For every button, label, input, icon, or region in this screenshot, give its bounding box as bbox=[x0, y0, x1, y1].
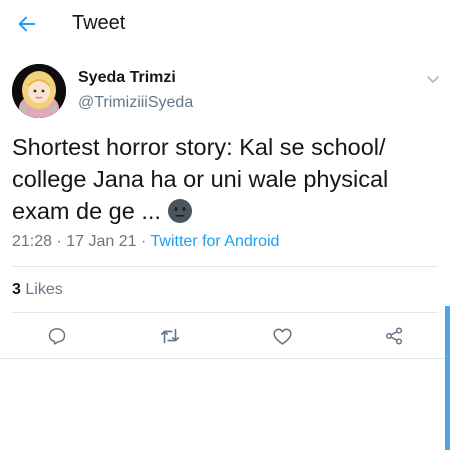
reply-button[interactable] bbox=[45, 324, 69, 348]
share-button[interactable] bbox=[382, 324, 406, 348]
reply-icon bbox=[48, 328, 66, 345]
tweet-body: Shortest horror story: Kal se school/ co… bbox=[12, 134, 389, 224]
divider bbox=[12, 266, 438, 267]
chevron-down-icon bbox=[427, 76, 439, 83]
tweet-meta: 21:28 · 17 Jan 21 · Twitter for Android bbox=[12, 233, 279, 251]
tweet-time: 21:28 bbox=[12, 233, 53, 250]
hijab-girl-avatar bbox=[12, 64, 66, 118]
tweet-text: Shortest horror story: Kal se school/ co… bbox=[12, 131, 440, 227]
retweet-button[interactable] bbox=[158, 324, 182, 348]
top-bar: Tweet bbox=[0, 0, 450, 48]
retweet-icon bbox=[160, 328, 180, 344]
back-button[interactable] bbox=[14, 11, 40, 37]
tweet-source-link[interactable]: Twitter for Android bbox=[151, 233, 280, 250]
author-name[interactable]: Syeda Trimzi bbox=[78, 69, 176, 87]
share-icon bbox=[385, 327, 403, 345]
avatar[interactable] bbox=[12, 64, 66, 118]
likes-count: 3 bbox=[12, 281, 21, 298]
divider bbox=[12, 312, 438, 313]
tweet-date: 17 Jan 21 bbox=[66, 233, 137, 250]
likes-summary[interactable]: 3 Likes bbox=[12, 281, 63, 299]
like-button[interactable] bbox=[270, 324, 294, 348]
meta-separator: · bbox=[56, 233, 62, 250]
arrow-left-icon bbox=[18, 16, 36, 32]
tweet-menu-button[interactable] bbox=[424, 70, 442, 88]
scrollbar[interactable] bbox=[445, 306, 450, 450]
divider bbox=[0, 358, 445, 359]
page-title: Tweet bbox=[72, 12, 126, 34]
likes-label: Likes bbox=[25, 281, 63, 298]
like-icon bbox=[272, 328, 292, 345]
meta-separator: · bbox=[141, 233, 147, 250]
author-handle[interactable]: @TrimiziiiSyeda bbox=[78, 94, 193, 112]
neutral-face-icon bbox=[167, 199, 192, 223]
